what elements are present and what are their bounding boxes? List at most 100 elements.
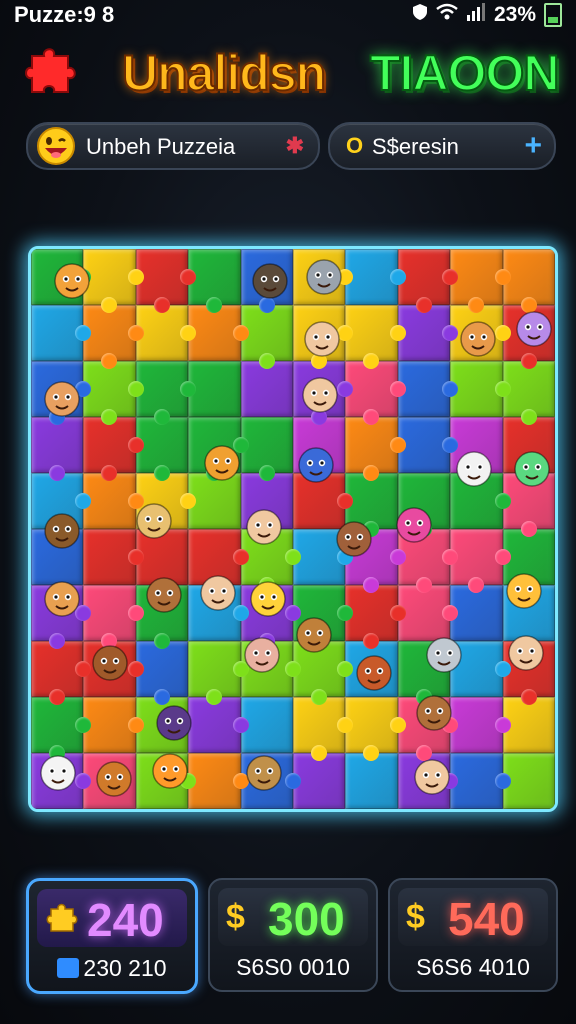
card-value-panel: $ 540 xyxy=(398,888,548,946)
puzzle-piece[interactable] xyxy=(188,361,241,417)
character-face xyxy=(44,381,80,417)
puzzle-piece[interactable] xyxy=(450,249,511,313)
puzzle-piece[interactable] xyxy=(188,641,249,705)
puzzle-search-pill[interactable]: Unbeh Puzzeia ✱ xyxy=(26,122,320,170)
puzzle-piece[interactable] xyxy=(345,753,398,809)
puzzle-piece[interactable] xyxy=(188,753,249,809)
character-face xyxy=(92,645,128,681)
character-face xyxy=(414,759,450,795)
character-face xyxy=(96,761,132,797)
character-face xyxy=(246,509,282,545)
puzzle-piece[interactable] xyxy=(450,529,511,593)
piece-tab xyxy=(311,689,327,705)
puzzle-piece[interactable] xyxy=(345,361,406,425)
piece-tab xyxy=(127,269,144,285)
piece-tab xyxy=(127,437,144,453)
close-icon[interactable]: ✱ xyxy=(286,133,304,159)
card-puzzle-count[interactable]: 240 230 210 xyxy=(26,878,198,994)
puzzle-piece[interactable] xyxy=(83,697,144,753)
piece-tab xyxy=(520,353,537,369)
currency-search-pill[interactable]: O S$eresin + xyxy=(328,122,556,170)
piece-tab xyxy=(153,633,170,649)
puzzle-piece[interactable] xyxy=(345,585,406,649)
puzzle-piece[interactable] xyxy=(31,641,92,705)
card-subtext: 230 210 xyxy=(29,955,195,982)
piece-tab xyxy=(494,269,511,285)
puzzle-piece-icon xyxy=(22,40,84,102)
puzzle-piece[interactable] xyxy=(83,529,144,585)
character-face xyxy=(298,447,334,483)
character-face xyxy=(152,753,188,789)
shield-icon xyxy=(412,3,428,27)
piece-tab xyxy=(127,549,144,565)
piece-tab xyxy=(494,549,511,565)
puzzle-piece[interactable] xyxy=(31,305,92,361)
card-coins-300[interactable]: $ 300 S6S0 0010 xyxy=(208,878,378,992)
currency-search-label: S$eresin xyxy=(372,134,459,159)
character-face xyxy=(252,263,288,299)
puzzle-piece[interactable] xyxy=(450,697,511,753)
puzzle-piece[interactable] xyxy=(83,361,144,425)
game-title: Unalidsn TIAOON xyxy=(20,38,560,108)
character-face xyxy=(508,635,544,671)
card-value: 300 xyxy=(268,893,345,945)
piece-tab xyxy=(389,605,406,621)
puzzle-piece[interactable] xyxy=(83,417,144,481)
title-word-2: TIAOON xyxy=(369,44,560,102)
piece-tab xyxy=(389,381,406,397)
character-face xyxy=(302,377,338,413)
piece-tab xyxy=(389,325,406,341)
card-value: 240 xyxy=(87,894,164,946)
piece-tab xyxy=(520,689,537,705)
plus-icon[interactable]: + xyxy=(524,129,542,163)
card-coins-540[interactable]: $ 540 S6S6 4010 xyxy=(388,878,558,992)
puzzle-piece[interactable] xyxy=(240,361,293,417)
piece-tab xyxy=(415,577,432,593)
piece-tab xyxy=(153,465,170,481)
puzzle-piece[interactable] xyxy=(188,249,241,313)
character-face xyxy=(250,581,286,617)
character-face xyxy=(156,705,192,741)
puzzle-board[interactable] xyxy=(28,246,558,812)
puzzle-piece[interactable] xyxy=(83,305,144,369)
puzzle-piece[interactable] xyxy=(345,249,406,305)
piece-tab xyxy=(389,549,406,565)
piece-tab xyxy=(49,465,65,481)
piece-tab xyxy=(49,633,65,649)
status-icons: 23% xyxy=(412,3,562,27)
character-face xyxy=(204,445,240,481)
piece-tab xyxy=(389,437,406,453)
puzzle-piece[interactable] xyxy=(188,305,249,361)
character-face xyxy=(200,575,236,611)
status-time: Puzze:9 8 xyxy=(14,2,115,27)
card-value-panel: $ 300 xyxy=(218,888,368,946)
puzzle-piece[interactable] xyxy=(293,697,354,761)
wifi-icon xyxy=(436,3,458,27)
puzzle-piece[interactable] xyxy=(450,361,511,417)
piece-tab xyxy=(232,717,249,733)
puzzle-piece[interactable] xyxy=(345,305,406,369)
puzzle-piece[interactable] xyxy=(345,697,406,761)
puzzle-piece[interactable] xyxy=(345,417,406,481)
dollar-icon: $ xyxy=(226,898,245,936)
piece-tab xyxy=(311,745,327,761)
character-face xyxy=(44,581,80,617)
character-face xyxy=(44,513,80,549)
puzzle-piece[interactable] xyxy=(83,473,144,529)
character-face xyxy=(304,321,340,357)
puzzle-piece[interactable] xyxy=(450,753,511,809)
piece-tab xyxy=(127,717,144,733)
character-face xyxy=(336,521,372,557)
card-value: 540 xyxy=(448,893,525,945)
puzzle-piece[interactable] xyxy=(31,697,92,761)
puzzle-piece[interactable] xyxy=(31,417,84,481)
card-value-panel: 240 xyxy=(37,889,187,947)
piece-tab xyxy=(520,521,537,537)
character-face xyxy=(416,695,452,731)
piece-tab xyxy=(127,381,144,397)
piece-tab xyxy=(258,353,275,369)
puzzle-piece[interactable] xyxy=(83,585,144,649)
character-face xyxy=(456,451,492,487)
piece-tab xyxy=(285,773,301,789)
battery-icon xyxy=(544,3,562,27)
